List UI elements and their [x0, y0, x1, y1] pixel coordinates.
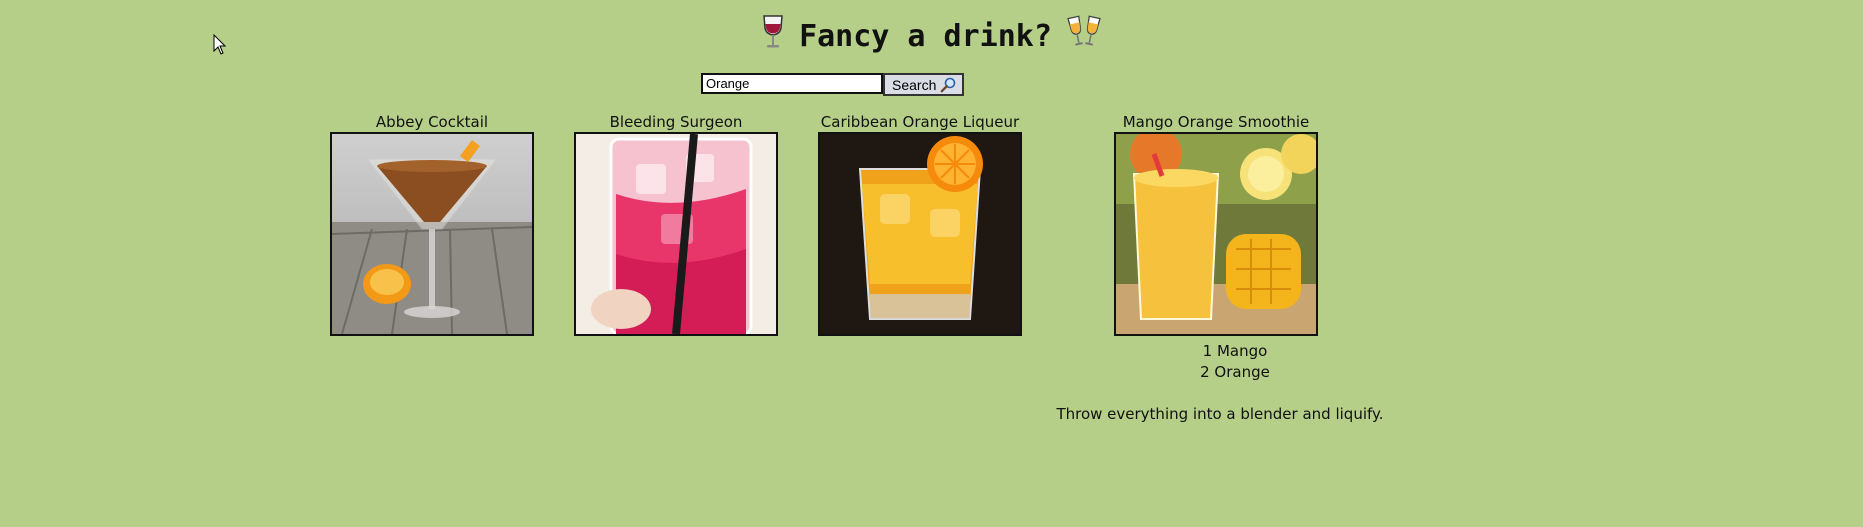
- ingredient-item: 2 Orange: [1200, 363, 1270, 381]
- drink-card[interactable]: Mango Orange Smoothie: [1114, 113, 1318, 336]
- search-button[interactable]: Search: [883, 73, 965, 96]
- wine-glass-icon: [761, 14, 785, 58]
- drink-name: Caribbean Orange Liqueur: [820, 113, 1020, 131]
- drink-card[interactable]: Bleeding Surgeon: [574, 113, 778, 336]
- drink-card[interactable]: Abbey Cocktail: [330, 113, 534, 336]
- drink-image[interactable]: [818, 132, 1022, 336]
- magnifier-icon: [940, 77, 956, 92]
- drink-name: Bleeding Surgeon: [609, 113, 743, 131]
- clinking-glasses-icon: [1066, 14, 1102, 58]
- search-bar: Search: [701, 73, 965, 96]
- drink-image[interactable]: [330, 132, 534, 336]
- page-title-text: Fancy a drink?: [799, 18, 1052, 54]
- drink-name: Mango Orange Smoothie: [1122, 113, 1310, 131]
- recipe-instructions: Throw everything into a blender and liqu…: [1056, 405, 1384, 423]
- drink-name: Abbey Cocktail: [375, 113, 489, 131]
- ingredients-list: 1 Mango 2 Orange: [1160, 341, 1310, 383]
- search-input[interactable]: [701, 73, 883, 94]
- page-title: Fancy a drink?: [0, 14, 1863, 58]
- drink-image[interactable]: [1114, 132, 1318, 336]
- drink-image[interactable]: [574, 132, 778, 336]
- drink-card[interactable]: Caribbean Orange Liqueur: [818, 113, 1022, 336]
- page: Fancy a drink? Search: [0, 0, 1863, 527]
- search-button-label: Search: [892, 76, 937, 93]
- ingredient-item: 1 Mango: [1202, 342, 1268, 360]
